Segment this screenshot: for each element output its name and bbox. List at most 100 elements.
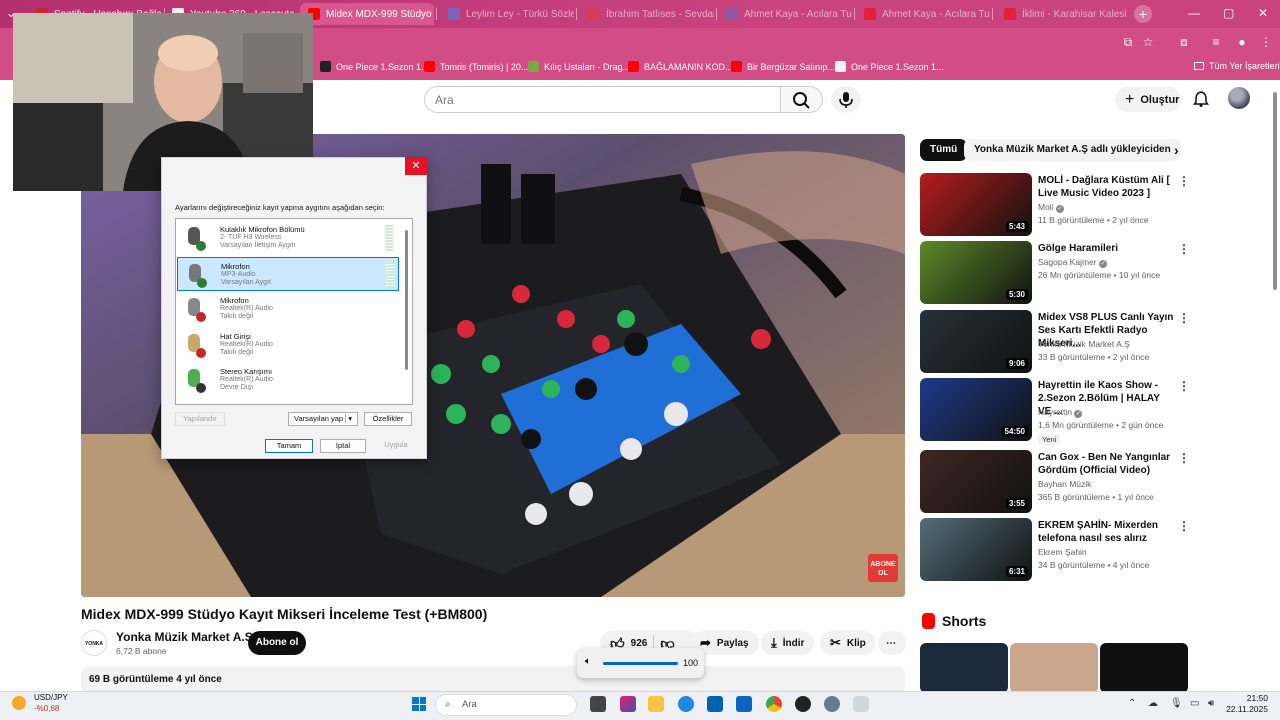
browser-tab[interactable]: Ahmet Kaya - Acılara Tut✕ [856, 3, 990, 25]
device-list-scrollbar[interactable] [405, 230, 408, 370]
related-video-thumbnail[interactable]: 5:30 [920, 241, 1032, 304]
minimize-icon[interactable]: — [1188, 6, 1200, 20]
set-default-button[interactable]: Varsayılan yap ▾ [288, 412, 358, 426]
ok-button[interactable]: Tamam [265, 439, 313, 453]
chrome-icon[interactable] [766, 696, 782, 712]
more-options-icon[interactable]: ⋮ [1178, 242, 1190, 256]
app-icon[interactable] [853, 696, 869, 712]
tray-volume-icon[interactable]: 🔊︎ [1208, 698, 1214, 709]
more-options-icon[interactable]: ⋮ [1178, 174, 1190, 188]
related-video-thumbnail[interactable]: 54:50 [920, 378, 1032, 441]
recording-device-item[interactable]: Mikrofon MP3-Audio Varsayılan Aygıt [177, 256, 399, 291]
notifications-bell-icon[interactable] [1192, 90, 1210, 108]
taskbar-search[interactable]: ⌕ Ara [435, 694, 577, 716]
monitor-icon[interactable]: ▭ [1190, 698, 1199, 709]
related-video-thumbnail[interactable]: 9:06 [920, 310, 1032, 373]
browser-tab[interactable]: İbrahim Tatlıses - Sevdalı✕ [580, 3, 714, 25]
related-video-channel[interactable]: Moli ✓ [1038, 202, 1064, 213]
recording-device-list[interactable]: Kulaklık Mikrofon Bölümü 2- TUF H3 Wirel… [175, 218, 413, 405]
short-thumbnail[interactable] [920, 643, 1008, 693]
channel-name[interactable]: Yonka Müzik Market A.Ş [116, 630, 253, 644]
bookmark-item[interactable]: Kılıç Ustaları - Drag... [528, 61, 630, 72]
copilot-icon[interactable] [620, 696, 636, 712]
media-controls-icon[interactable]: ≡ [1208, 34, 1224, 50]
properties-button[interactable]: Özellikler [364, 412, 412, 426]
related-video-title[interactable]: Can Gox - Ben Ne Yangınlar Gördüm (Offic… [1038, 451, 1174, 477]
search-input[interactable]: Ara [424, 86, 781, 113]
extensions-icon[interactable]: ⧈ [1176, 34, 1192, 50]
more-options-icon[interactable]: ⋮ [1178, 451, 1190, 465]
task-view-icon[interactable] [590, 696, 606, 712]
file-explorer-icon[interactable] [648, 696, 664, 712]
close-window-icon[interactable]: ✕ [1258, 6, 1268, 20]
bookmark-star-icon[interactable]: ☆ [1140, 34, 1156, 50]
recording-device-item[interactable]: Hat Girişi Realtek(R) Audio Takılı değil [177, 328, 399, 362]
browser-tab[interactable]: Midex MDX-999 Stüdyo Kayıt✕ [300, 3, 434, 25]
install-icon[interactable]: ⧉ [1120, 34, 1136, 50]
page-scrollbar[interactable] [1273, 92, 1277, 290]
chip-all[interactable]: Tümü [920, 139, 968, 161]
browser-tab[interactable]: Leylim Ley - Türkü Sözleri✕ [440, 3, 574, 25]
recording-device-item[interactable]: Stereo Karışımı Realtek(R) Audio Devre D… [177, 363, 399, 397]
more-actions-button[interactable]: ⋯ [878, 631, 906, 655]
short-thumbnail[interactable] [1010, 643, 1098, 693]
chip-uploader[interactable]: Yonka Müzik Market A.Ş adlı yükleyiciden [964, 139, 1181, 161]
subscribe-overlay-badge[interactable]: ABONE OL [868, 554, 898, 582]
channel-avatar[interactable]: YONKA [81, 630, 107, 656]
voice-search-button[interactable] [831, 86, 861, 113]
download-button[interactable]: ⤓ İndir [761, 631, 815, 655]
new-tab-button[interactable]: + [1134, 5, 1152, 23]
more-options-icon[interactable]: ⋮ [1178, 311, 1190, 325]
volume-bar[interactable] [603, 662, 678, 665]
short-thumbnail[interactable] [1100, 643, 1188, 693]
related-video-thumbnail[interactable]: 3:55 [920, 450, 1032, 513]
clip-button[interactable]: ✂ Klip [820, 631, 876, 655]
recording-device-item[interactable]: Kulaklık Mikrofon Bölümü 2- TUF H3 Wirel… [177, 221, 399, 255]
browser-tab[interactable]: İklimi - Karahisar Kalesi✕ [996, 3, 1130, 25]
related-video-thumbnail[interactable]: 5:43 [920, 173, 1032, 236]
recording-device-item[interactable]: Mikrofon Realtek(R) Audio Takılı değil [177, 292, 399, 326]
settings-gear-icon[interactable] [824, 696, 840, 712]
profile-icon[interactable]: ● [1234, 34, 1250, 50]
app-icon[interactable] [736, 696, 752, 712]
system-clock[interactable]: 21:50 22.11.2025 [1222, 693, 1268, 715]
related-video-channel[interactable]: Ekrem Şahin [1038, 547, 1087, 557]
maximize-icon[interactable]: ▢ [1223, 6, 1234, 20]
bookmark-item[interactable]: One Piece 1.Sezon 1... [835, 61, 944, 72]
bookmark-item[interactable]: One Piece 1.Sezon 1... [320, 61, 429, 72]
related-video-title[interactable]: MOLİ - Dağlara Küstüm Ali [ Live Music V… [1038, 174, 1174, 200]
start-button[interactable] [412, 697, 426, 711]
all-bookmarks[interactable]: Tüm Yer İşaretleri [1194, 61, 1280, 71]
apply-button[interactable]: Uygula [373, 439, 419, 453]
bookmark-item[interactable]: Bir Bergüzar Salınıp... [731, 61, 835, 72]
onedrive-icon[interactable]: ☁ [1148, 698, 1158, 709]
related-video-title[interactable]: Gölge Haramileri [1038, 242, 1174, 255]
more-options-icon[interactable]: ⋮ [1178, 379, 1190, 393]
create-button[interactable]: + Oluştur [1115, 87, 1181, 112]
speaker-icon[interactable]: 🔈︎ [585, 656, 591, 667]
configure-button[interactable]: Yapılandır [175, 412, 225, 426]
bookmark-item[interactable]: Tomris (Tomiris) | 20... [424, 61, 528, 72]
search-button[interactable] [781, 86, 823, 113]
related-video-channel[interactable]: Hayrettin ✓ [1038, 407, 1083, 418]
dropdown-arrow-icon[interactable]: ▾ [345, 414, 352, 423]
store-icon[interactable] [707, 696, 723, 712]
related-video-channel[interactable]: Yonka Müzik Market A.Ş [1038, 339, 1130, 349]
related-video-title[interactable]: EKREM ŞAHİN- Mixerden telefona nasıl ses… [1038, 519, 1174, 545]
chip-next-icon[interactable]: › [1164, 139, 1189, 161]
browser-tab[interactable]: Ahmet Kaya - Acılara Tut✕ [718, 3, 852, 25]
app-icon[interactable] [795, 696, 811, 712]
more-options-icon[interactable]: ⋮ [1178, 519, 1190, 533]
edge-icon[interactable] [678, 696, 694, 712]
description-box[interactable]: 69 B görüntüleme 4 yıl önce [81, 666, 905, 694]
account-avatar[interactable] [1228, 87, 1250, 109]
cancel-button[interactable]: İptal [320, 439, 366, 453]
bookmark-item[interactable]: BAĞLAMANIN KOD... [628, 61, 733, 72]
tray-microphone-icon[interactable]: 🎙︎ [1170, 698, 1183, 709]
tray-chevron-icon[interactable]: ⌃ [1128, 698, 1136, 709]
menu-icon[interactable]: ⋮ [1258, 34, 1274, 50]
dialog-close-button[interactable]: ✕ [405, 157, 427, 175]
related-video-channel[interactable]: Bayhan Müzik [1038, 479, 1091, 489]
like-count[interactable]: 926 [631, 638, 648, 649]
subscribe-button[interactable]: Abone ol [248, 631, 306, 655]
